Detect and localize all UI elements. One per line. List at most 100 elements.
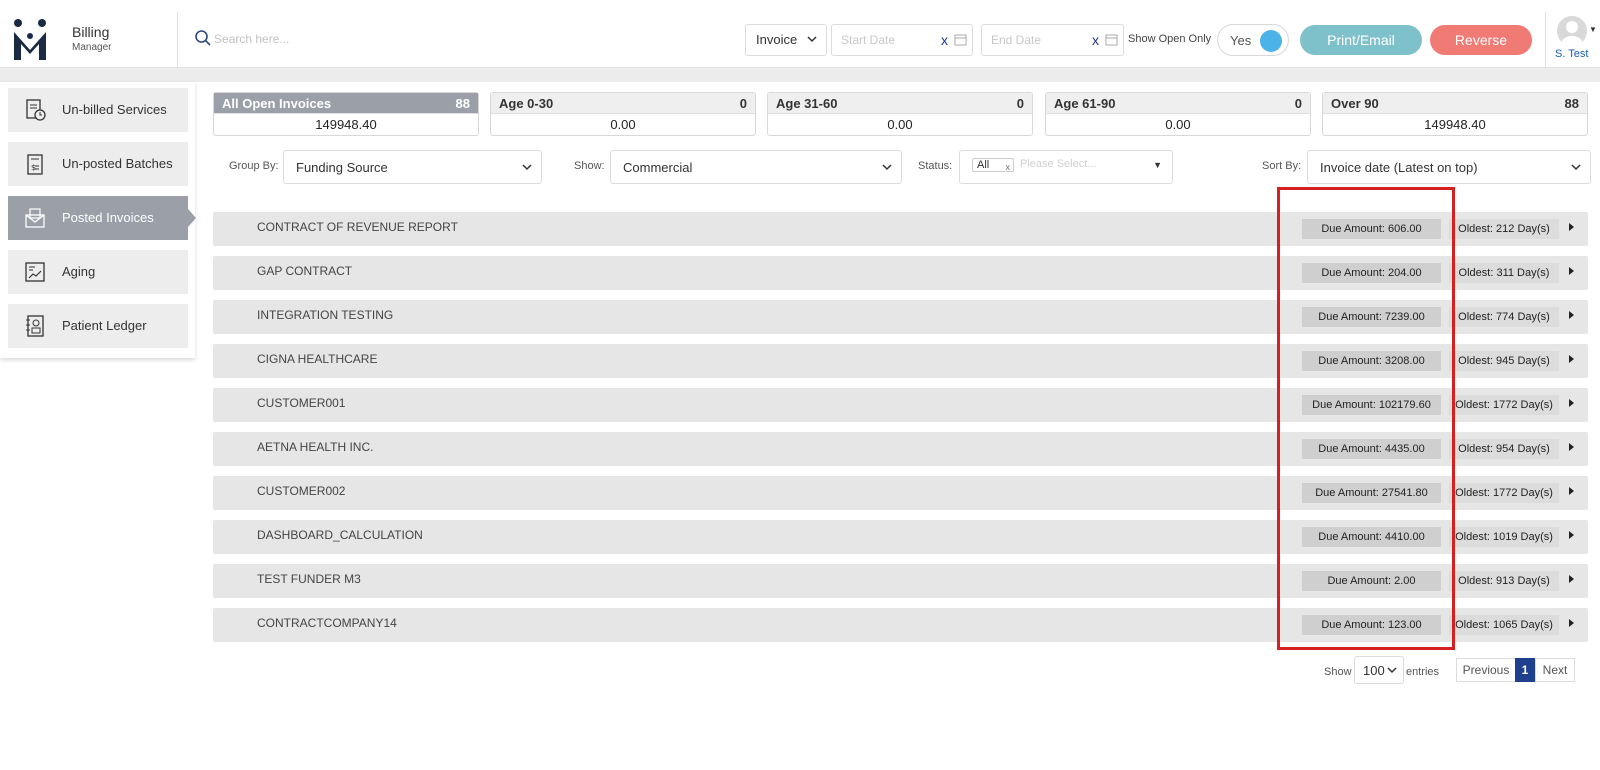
show-select[interactable]: Commercial: [610, 150, 902, 184]
card-name: Age 61-90: [1054, 96, 1116, 111]
expand-arrow-icon[interactable]: [1569, 267, 1574, 275]
funding-source-name: TEST FUNDER M3: [257, 572, 361, 586]
user-name[interactable]: S. Test: [1555, 48, 1588, 60]
oldest-days-badge: Oldest: 954 Day(s): [1449, 439, 1559, 459]
avatar[interactable]: [1557, 16, 1587, 46]
chevron-down-icon: [1571, 164, 1581, 171]
sidebar-item-label: Aging: [62, 264, 96, 279]
pagination-show-label: Show: [1324, 666, 1352, 678]
calendar-icon[interactable]: [954, 33, 967, 46]
sidebar-item-aging[interactable]: Aging: [8, 250, 188, 294]
sidebar-item-posted-invoices[interactable]: Posted Invoices: [8, 196, 196, 240]
chevron-down-icon: [882, 164, 892, 171]
card-name: Over 90: [1331, 96, 1379, 111]
end-date-input[interactable]: End Date x: [981, 24, 1124, 56]
caret-down-icon[interactable]: ▼: [1589, 25, 1597, 34]
clear-end-date-icon[interactable]: x: [1092, 32, 1099, 48]
summary-card-age-0-30[interactable]: Age 0-30 0 0.00: [490, 92, 756, 136]
top-strip: [0, 0, 1600, 12]
funding-source-name: CUSTOMER002: [257, 484, 346, 498]
expand-arrow-icon[interactable]: [1569, 399, 1574, 407]
expand-arrow-icon[interactable]: [1569, 531, 1574, 539]
sidebar-item-label: Un-posted Batches: [62, 156, 173, 171]
oldest-days-badge: Oldest: 1772 Day(s): [1449, 483, 1559, 503]
page-size-value: 100: [1363, 663, 1385, 678]
chevron-down-icon: [1387, 667, 1397, 674]
caret-down-icon: ▼: [1153, 160, 1162, 170]
chart-report-icon: [25, 262, 45, 282]
card-amount: 149948.40: [315, 117, 377, 132]
type-select-value: Invoice: [756, 32, 798, 47]
expand-arrow-icon[interactable]: [1569, 575, 1574, 583]
funding-source-name: CIGNA HEALTHCARE: [257, 352, 378, 366]
funding-source-name: CONTRACT OF REVENUE REPORT: [257, 220, 458, 234]
expand-arrow-icon[interactable]: [1569, 355, 1574, 363]
sort-by-label: Sort By:: [1262, 160, 1302, 172]
sidebar-item-unposted-batches[interactable]: $ Un-posted Batches: [8, 142, 188, 186]
search-input[interactable]: [214, 27, 514, 51]
card-name: Age 31-60: [776, 96, 838, 111]
card-amount: 0.00: [887, 117, 913, 132]
sidebar-item-label: Posted Invoices: [62, 210, 154, 225]
sidebar: Un-billed Services $ Un-posted Batches P…: [0, 82, 196, 358]
expand-arrow-icon[interactable]: [1569, 487, 1574, 495]
expand-arrow-icon[interactable]: [1569, 223, 1574, 231]
page-size-select[interactable]: 100: [1354, 656, 1404, 684]
show-open-only-label: Show Open Only: [1128, 33, 1212, 45]
summary-card-over-90[interactable]: Over 90 88 149948.40: [1322, 92, 1588, 136]
page-number-button[interactable]: 1: [1515, 658, 1535, 682]
status-label: Status:: [918, 160, 953, 172]
sort-by-value: Invoice date (Latest on top): [1320, 160, 1478, 175]
show-value: Commercial: [623, 160, 693, 175]
group-by-label: Group By:: [229, 160, 279, 172]
reverse-button[interactable]: Reverse: [1430, 25, 1532, 55]
toggle-label: Yes: [1230, 33, 1252, 48]
card-count: 88: [1564, 96, 1579, 111]
summary-card-age-31-60[interactable]: Age 31-60 0 0.00: [767, 92, 1033, 136]
pagination-entries-label: entries: [1406, 666, 1440, 678]
funding-source-name: AETNA HEALTH INC.: [257, 440, 374, 454]
previous-page-button[interactable]: Previous: [1456, 658, 1516, 682]
next-page-button[interactable]: Next: [1535, 658, 1575, 682]
calendar-icon[interactable]: [1105, 33, 1118, 46]
expand-arrow-icon[interactable]: [1569, 443, 1574, 451]
type-select[interactable]: Invoice: [745, 24, 827, 56]
sort-by-select[interactable]: Invoice date (Latest on top): [1307, 150, 1591, 184]
group-by-value: Funding Source: [296, 160, 388, 175]
oldest-days-badge: Oldest: 945 Day(s): [1449, 351, 1559, 371]
expand-arrow-icon[interactable]: [1569, 311, 1574, 319]
search-icon[interactable]: [194, 29, 212, 47]
header-divider-right: [1545, 12, 1546, 68]
sidebar-item-label: Un-billed Services: [62, 102, 167, 117]
status-multiselect[interactable]: All x Please Select... ▼: [959, 150, 1173, 184]
remove-tag-icon[interactable]: x: [1006, 161, 1011, 173]
funding-source-name: DASHBOARD_CALCULATION: [257, 528, 423, 542]
status-tag[interactable]: All x: [972, 158, 1014, 172]
oldest-days-badge: Oldest: 212 Day(s): [1449, 219, 1559, 239]
show-open-only-toggle[interactable]: Yes: [1217, 24, 1289, 56]
oldest-days-badge: Oldest: 913 Day(s): [1449, 571, 1559, 591]
sidebar-item-patient-ledger[interactable]: Patient Ledger: [8, 304, 188, 348]
expand-arrow-icon[interactable]: [1569, 619, 1574, 627]
group-by-select[interactable]: Funding Source: [283, 150, 542, 184]
clear-start-date-icon[interactable]: x: [941, 32, 948, 48]
summary-card-age-61-90[interactable]: Age 61-90 0 0.00: [1045, 92, 1311, 136]
card-count: 0: [739, 96, 747, 111]
due-amount-highlight-box: [1277, 187, 1455, 650]
print-email-button[interactable]: Print/Email: [1300, 25, 1422, 55]
start-date-input[interactable]: Start Date x: [831, 24, 973, 56]
card-count: 0: [1016, 96, 1024, 111]
oldest-days-badge: Oldest: 311 Day(s): [1449, 263, 1559, 283]
document-dollar-icon: $: [27, 154, 43, 175]
brand-subtitle: Manager: [72, 42, 112, 53]
oldest-days-badge: Oldest: 1019 Day(s): [1449, 527, 1559, 547]
card-amount: 0.00: [1165, 117, 1191, 132]
funding-source-name: CONTRACTCOMPANY14: [257, 616, 397, 630]
summary-card-all-open[interactable]: All Open Invoices 88 149948.40: [213, 92, 479, 136]
ledger-book-icon: [26, 315, 44, 337]
sidebar-item-label: Patient Ledger: [62, 318, 147, 333]
show-label: Show:: [574, 160, 605, 172]
funding-source-name: GAP CONTRACT: [257, 264, 353, 278]
card-amount: 0.00: [610, 117, 636, 132]
sidebar-item-unbilled-services[interactable]: Un-billed Services: [8, 88, 188, 132]
